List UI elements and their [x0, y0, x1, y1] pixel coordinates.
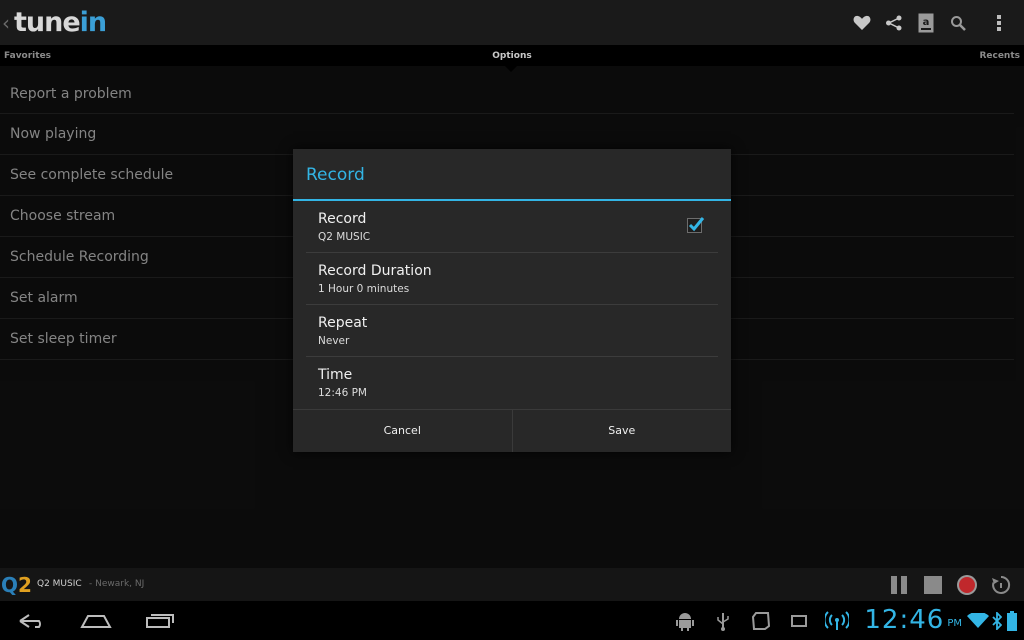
clock-ampm: PM — [947, 618, 962, 629]
row-title: Record — [318, 211, 367, 227]
record-checkbox[interactable] — [687, 217, 705, 233]
heart-icon[interactable] — [846, 0, 878, 45]
back-icon[interactable] — [2, 601, 62, 640]
sd-card-icon — [742, 601, 780, 640]
record-dialog: Record Record Q2 MUSIC Record Duration 1… — [293, 149, 731, 452]
replay-icon[interactable] — [984, 568, 1018, 601]
share-icon[interactable] — [878, 0, 910, 45]
search-icon[interactable] — [942, 0, 974, 45]
record-toggle-row[interactable]: Record Q2 MUSIC — [306, 201, 718, 253]
up-navigation-icon[interactable]: ‹ — [2, 11, 14, 35]
now-playing-location: - Newark, NJ — [89, 579, 145, 589]
row-title: Repeat — [318, 315, 368, 331]
repeat-row[interactable]: Repeat Never — [306, 305, 718, 357]
action-bar: ‹ tunein a — [0, 0, 1024, 45]
overflow-menu-icon[interactable] — [974, 0, 1024, 45]
tunein-logo[interactable]: tunein — [14, 0, 107, 45]
stop-icon[interactable] — [916, 568, 950, 601]
record-duration-row[interactable]: Record Duration 1 Hour 0 minutes — [306, 253, 718, 305]
tab-options[interactable]: Options — [0, 51, 1024, 61]
battery-icon — [1004, 601, 1020, 640]
home-icon[interactable] — [66, 601, 126, 640]
row-title: Time — [318, 367, 353, 383]
wifi-icon — [966, 601, 990, 640]
row-subtitle: 1 Hour 0 minutes — [318, 283, 410, 295]
dialog-title: Record — [293, 149, 731, 201]
playback-controls — [882, 568, 1018, 601]
record-icon[interactable] — [950, 568, 984, 601]
now-playing-bar[interactable]: Q2 Q2 MUSIC - Newark, NJ — [0, 568, 1024, 601]
row-subtitle: 12:46 PM — [318, 387, 367, 399]
dialog-rows: Record Q2 MUSIC Record Duration 1 Hour 0… — [293, 201, 731, 409]
recent-apps-icon[interactable] — [130, 601, 190, 640]
save-button[interactable]: Save — [513, 410, 732, 452]
station-logo: Q2 — [1, 573, 32, 597]
screen-rotation-icon — [780, 601, 818, 640]
action-icons: a — [846, 0, 1024, 45]
cancel-button[interactable]: Cancel — [293, 410, 513, 452]
amazon-icon[interactable]: a — [910, 0, 942, 45]
pause-icon[interactable] — [882, 568, 916, 601]
usb-icon — [704, 601, 742, 640]
bluetooth-icon — [990, 601, 1004, 640]
android-debug-icon — [666, 601, 704, 640]
row-subtitle: Never — [318, 335, 350, 347]
svg-text:a: a — [923, 17, 930, 28]
status-icons: 12:46 PM — [666, 601, 1020, 640]
row-subtitle: Q2 MUSIC — [318, 231, 371, 243]
screen: ‹ tunein a Favorites Options Recents Rep… — [0, 0, 1024, 640]
system-bar: 12:46 PM — [0, 601, 1024, 640]
time-row[interactable]: Time 12:46 PM — [306, 357, 718, 409]
row-title: Record Duration — [318, 263, 432, 279]
now-playing-station: Q2 MUSIC — [37, 579, 82, 589]
tab-strip: Favorites Options Recents — [0, 45, 1024, 66]
tab-recents[interactable]: Recents — [979, 51, 1020, 61]
wireless-signal-icon — [818, 601, 856, 640]
clock[interactable]: 12:46 — [864, 601, 944, 640]
dialog-buttons: Cancel Save — [293, 409, 731, 452]
